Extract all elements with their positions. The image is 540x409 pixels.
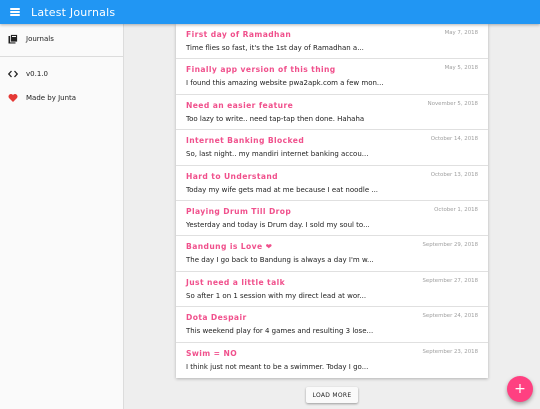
entry-snippet: So after 1 on 1 session with my direct l… (186, 291, 367, 300)
entry-snippet: Time flies so fast, it's the 1st day of … (186, 44, 364, 52)
entry-snippet: I think just not meant to be a swimmer. … (186, 362, 369, 371)
load-more-button[interactable]: LOAD MORE (306, 387, 358, 403)
entry-date: May 5, 2018 (444, 65, 478, 72)
entry-date: October 13, 2018 (430, 171, 478, 178)
entry-snippet: I found this amazing website pwa2apk.com… (186, 79, 384, 88)
journal-entry[interactable]: Dota Despair This weekend play for 4 gam… (176, 307, 488, 343)
sidebar-item-made-by[interactable]: Made by Junta (0, 86, 123, 110)
entry-snippet: So, last night.. my mandiri internet ban… (186, 150, 369, 159)
journal-list: First day of Ramadhan Time flies so fast… (176, 24, 488, 378)
sidebar-item-label: v0.1.0 (26, 70, 48, 78)
plus-icon: + (514, 381, 526, 397)
entry-title: First day of Ramadhan (186, 30, 292, 39)
journal-entry[interactable]: Need an easier feature Too lazy to write… (176, 95, 488, 131)
entry-title: Finally app version of this thing (186, 65, 336, 75)
entry-date: October 14, 2018 (430, 136, 478, 143)
book-stack-icon (8, 34, 18, 44)
journal-entry[interactable]: Swim = NO I think just not meant to be a… (176, 343, 488, 378)
entry-date: September 23, 2018 (422, 348, 478, 355)
entry-snippet: The day I go back to Bandung is always a… (186, 256, 374, 265)
divider (0, 56, 123, 57)
entry-snippet: Today my wife gets mad at me because I e… (186, 185, 379, 194)
entry-date: September 24, 2018 (422, 313, 478, 320)
entry-date: September 29, 2018 (422, 242, 478, 249)
journal-entry[interactable]: Bandung is Love ❤ The day I go back to B… (176, 236, 488, 272)
sidebar-item-version[interactable]: v0.1.0 (0, 62, 123, 86)
sidebar-item-label: Made by Junta (26, 94, 77, 102)
entry-date: September 27, 2018 (422, 277, 478, 284)
code-icon (8, 69, 18, 79)
menu-icon[interactable] (10, 8, 20, 16)
sidebar-item-label: Journals (26, 35, 54, 43)
heart-icon (8, 93, 18, 103)
entry-date: May 7, 2018 (444, 30, 478, 36)
app-bar: Latest Journals (0, 0, 540, 24)
sidebar-item-journals[interactable]: Journals (0, 27, 123, 51)
journal-entry[interactable]: Hard to Understand Today my wife gets ma… (176, 166, 488, 201)
entry-snippet: Yesterday and today is Drum day. I sold … (186, 220, 370, 229)
add-journal-button[interactable]: + (507, 376, 533, 402)
sidebar: Journals v0.1.0 Made by Junta (0, 24, 124, 409)
entry-snippet: Too lazy to write.. need tap-tap then do… (186, 114, 365, 123)
entry-date: October 1, 2018 (434, 206, 478, 213)
journal-entry[interactable]: Playing Drum Till Drop Yesterday and tod… (176, 201, 488, 237)
journal-entry[interactable]: First day of Ramadhan Time flies so fast… (176, 24, 488, 60)
entry-snippet: This weekend play for 4 games and result… (186, 327, 374, 336)
entry-date: November 5, 2018 (427, 100, 478, 107)
journal-entry[interactable]: Internet Banking Blocked So, last night.… (176, 130, 488, 166)
page-title: Latest Journals (31, 5, 116, 19)
journal-entry[interactable]: Finally app version of this thing I foun… (176, 59, 488, 95)
journal-entry[interactable]: Just need a little talk So after 1 on 1 … (176, 272, 488, 308)
